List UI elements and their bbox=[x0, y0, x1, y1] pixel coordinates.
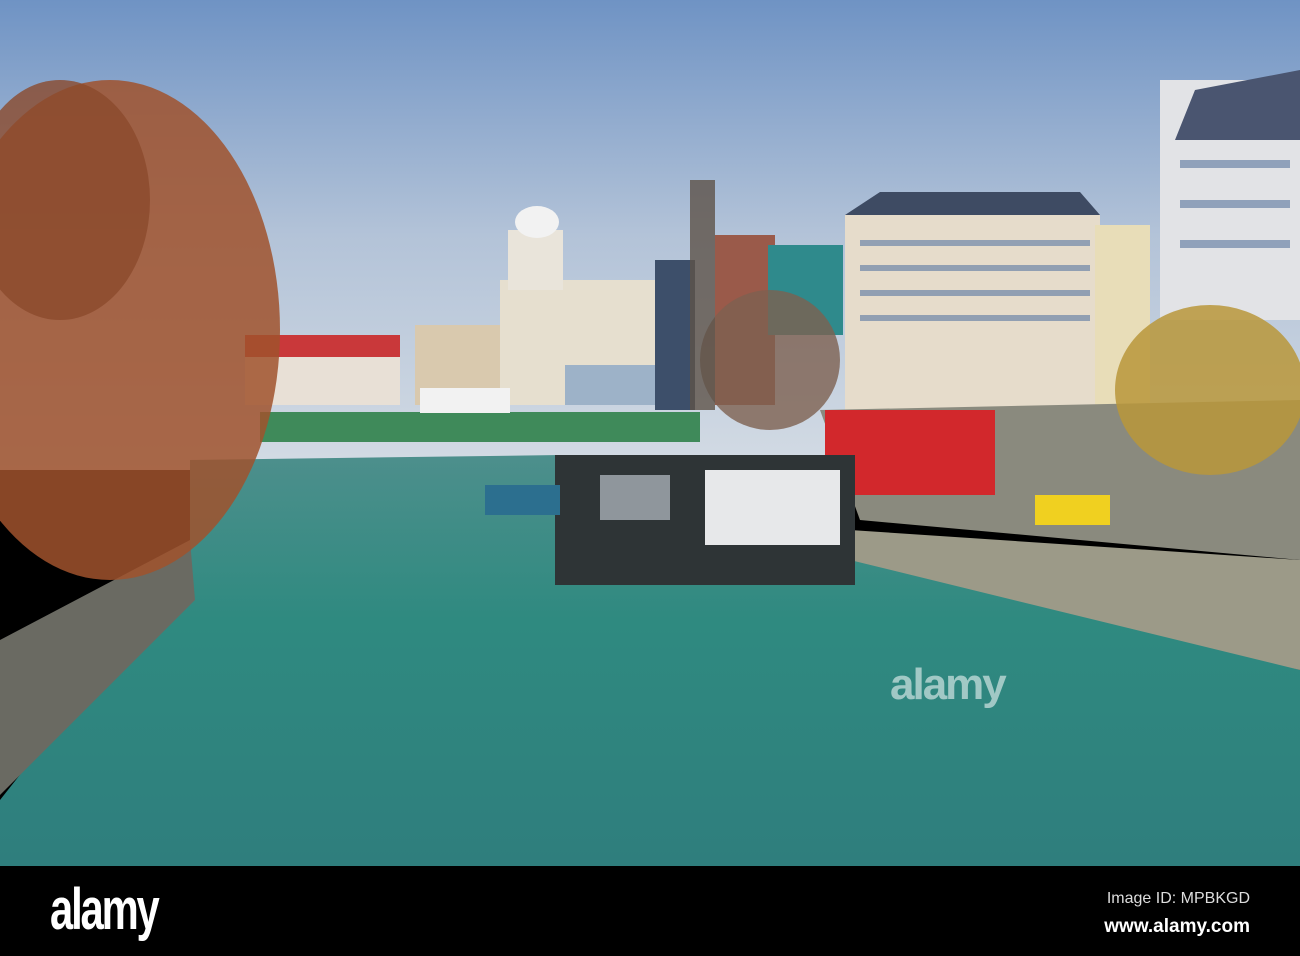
stock-photo: alamy alamy Image ID: MPBKGD www.alamy.c… bbox=[0, 0, 1300, 956]
alamy-logo: alamy bbox=[50, 877, 160, 942]
footer-bar: alamy Image ID: MPBKGD www.alamy.com bbox=[0, 866, 1300, 956]
website-link[interactable]: www.alamy.com bbox=[1104, 916, 1250, 938]
green-bridge bbox=[260, 412, 700, 442]
image-id: Image ID: MPBKGD bbox=[1106, 890, 1250, 907]
watermark-text: alamy bbox=[890, 660, 1007, 709]
photo-vienna-canal bbox=[0, 0, 1300, 866]
